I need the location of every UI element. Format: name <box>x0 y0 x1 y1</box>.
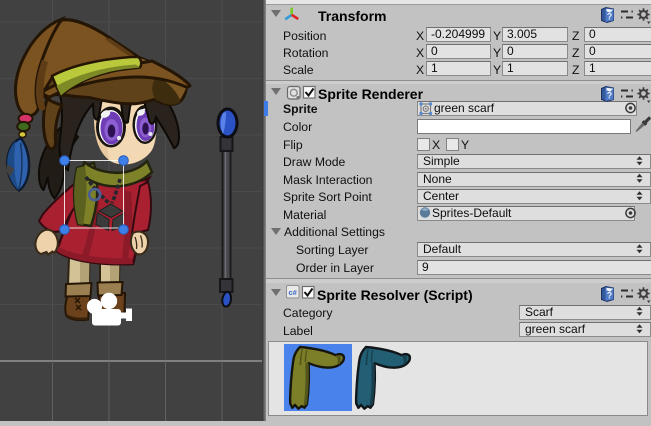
svg-text:?: ? <box>607 12 613 22</box>
svg-text:c#: c# <box>289 288 298 297</box>
